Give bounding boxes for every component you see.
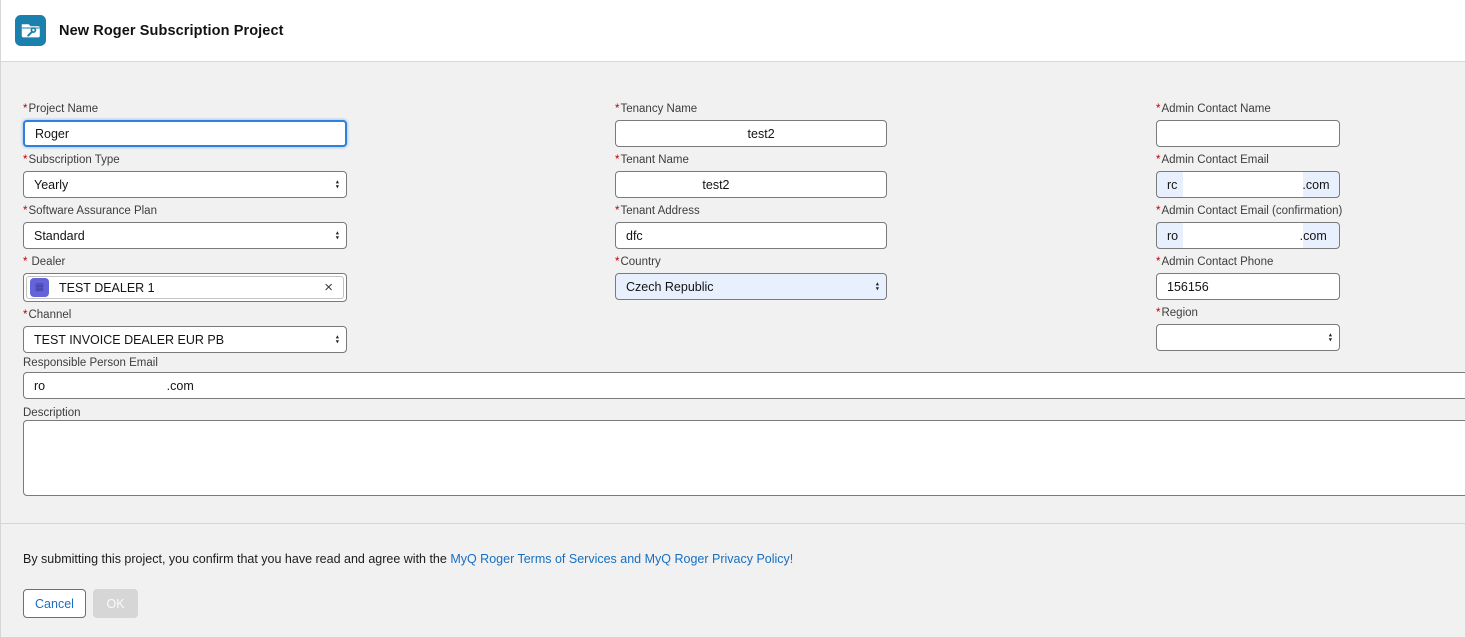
- admin-contact-email-confirmation-input[interactable]: [1156, 222, 1340, 249]
- region-select[interactable]: ▴▾: [1156, 324, 1340, 351]
- clear-dealer-icon[interactable]: ×: [323, 280, 334, 295]
- admin-contact-email-confirmation-label: *Admin Contact Email (confirmation): [1156, 205, 1340, 218]
- field-country: *Country Czech Republic ▴▾: [615, 256, 887, 300]
- tenant-name-label: *Tenant Name: [615, 154, 887, 167]
- country-label: *Country: [615, 256, 887, 269]
- folder-wrench-icon: [15, 15, 46, 46]
- tenant-address-input[interactable]: [615, 222, 887, 249]
- select-spinner-icon[interactable]: ▴▾: [336, 334, 339, 345]
- select-spinner-icon[interactable]: ▴▾: [876, 281, 879, 292]
- ok-button[interactable]: OK: [93, 589, 138, 618]
- field-channel: *Channel TEST INVOICE DEALER EUR PB ▴▾: [23, 309, 347, 353]
- country-select[interactable]: Czech Republic ▴▾: [615, 273, 887, 300]
- subscription-form: *Project Name *Subscription Type Yearly …: [1, 62, 1465, 636]
- field-admin-contact-email-confirmation: *Admin Contact Email (confirmation): [1156, 205, 1340, 249]
- responsible-person-email-input[interactable]: [23, 372, 1465, 399]
- software-assurance-plan-select[interactable]: Standard ▴▾: [23, 222, 347, 249]
- tenancy-name-input[interactable]: [615, 120, 887, 147]
- description-label: Description: [23, 407, 81, 420]
- select-spinner-icon[interactable]: ▴▾: [1329, 332, 1332, 343]
- admin-contact-name-input[interactable]: [1156, 120, 1340, 147]
- field-region: *Region ▴▾: [1156, 307, 1340, 351]
- terms-and-privacy-link[interactable]: MyQ Roger Terms of Services and MyQ Roge…: [450, 552, 793, 566]
- cancel-button[interactable]: Cancel: [23, 589, 86, 618]
- select-spinner-icon[interactable]: ▴▾: [336, 179, 339, 190]
- description-textarea[interactable]: [23, 420, 1465, 496]
- field-software-assurance-plan: *Software Assurance Plan Standard ▴▾: [23, 205, 347, 249]
- admin-contact-phone-input[interactable]: [1156, 273, 1340, 300]
- required-marker: *: [23, 103, 27, 115]
- footer-divider: [1, 523, 1465, 524]
- field-dealer: *Dealer ▦ TEST DEALER 1 ×: [23, 256, 347, 302]
- form-actions: Cancel OK: [23, 589, 138, 618]
- terms-statement: By submitting this project, you confirm …: [23, 552, 793, 566]
- subscription-type-label: *Subscription Type: [23, 154, 347, 167]
- responsible-person-email-label: Responsible Person Email: [23, 357, 158, 370]
- page-header: New Roger Subscription Project: [1, 0, 1465, 62]
- form-column-left: *Project Name *Subscription Type Yearly …: [23, 103, 347, 360]
- region-label: *Region: [1156, 307, 1340, 320]
- field-tenant-address: *Tenant Address: [615, 205, 887, 249]
- project-name-input[interactable]: [23, 120, 347, 147]
- admin-contact-phone-label: *Admin Contact Phone: [1156, 256, 1340, 269]
- field-tenant-name: *Tenant Name: [615, 154, 887, 198]
- form-column-middle: *Tenancy Name *Tenant Name *Tenant Addre…: [615, 103, 887, 307]
- dealer-label: *Dealer: [23, 256, 347, 269]
- page-title: New Roger Subscription Project: [59, 23, 284, 39]
- dealer-combobox[interactable]: ▦ TEST DEALER 1 ×: [23, 273, 347, 302]
- software-assurance-plan-label: *Software Assurance Plan: [23, 205, 347, 218]
- field-admin-contact-email: *Admin Contact Email: [1156, 154, 1340, 198]
- admin-contact-name-label: *Admin Contact Name: [1156, 103, 1340, 116]
- project-name-label: *Project Name: [23, 103, 347, 116]
- tenant-name-input[interactable]: [615, 171, 887, 198]
- dealer-value: TEST DEALER 1: [59, 281, 313, 295]
- dealer-entity-icon: ▦: [30, 278, 49, 297]
- tenant-address-label: *Tenant Address: [615, 205, 887, 218]
- subscription-type-select[interactable]: Yearly ▴▾: [23, 171, 347, 198]
- channel-label: *Channel: [23, 309, 347, 322]
- field-tenancy-name: *Tenancy Name: [615, 103, 887, 147]
- field-admin-contact-phone: *Admin Contact Phone: [1156, 256, 1340, 300]
- admin-contact-email-input[interactable]: [1156, 171, 1340, 198]
- field-project-name: *Project Name: [23, 103, 347, 147]
- field-subscription-type: *Subscription Type Yearly ▴▾: [23, 154, 347, 198]
- admin-contact-email-label: *Admin Contact Email: [1156, 154, 1340, 167]
- tenancy-name-label: *Tenancy Name: [615, 103, 887, 116]
- field-admin-contact-name: *Admin Contact Name: [1156, 103, 1340, 147]
- channel-select[interactable]: TEST INVOICE DEALER EUR PB ▴▾: [23, 326, 347, 353]
- form-column-right: *Admin Contact Name *Admin Contact Email…: [1156, 103, 1340, 358]
- select-spinner-icon[interactable]: ▴▾: [336, 230, 339, 241]
